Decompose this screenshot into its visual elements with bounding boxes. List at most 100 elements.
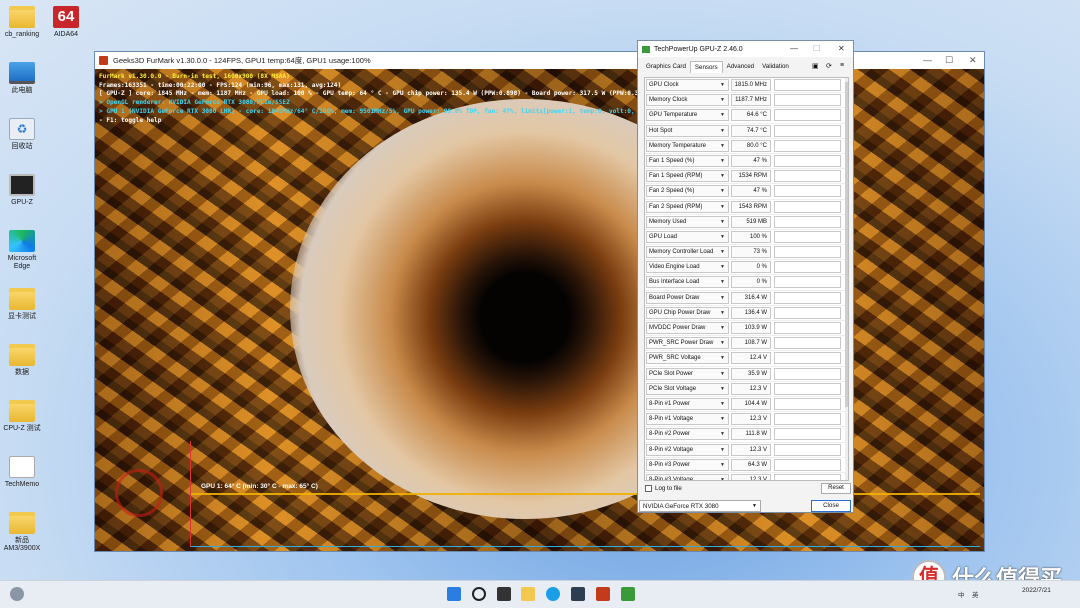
gpuz-maximize-icon[interactable]: ☐ [813,44,820,53]
gpuz-titlebar[interactable]: TechPowerUp GPU-Z 2.46.0 [638,41,853,57]
sensor-name[interactable]: Video Engine Load [646,261,729,274]
sensor-name[interactable]: MVDDC Power Draw [646,322,729,334]
chevron-down-icon[interactable]: ▼ [720,462,725,468]
chevron-down-icon[interactable]: ▼ [720,325,725,331]
sensor-name[interactable]: Memory Used [646,215,729,228]
sensor-name[interactable]: Fan 2 Speed (RPM) [646,200,729,213]
sensor-name[interactable]: 8-Pin #2 Voltage [646,443,729,456]
sensor-list[interactable]: GPU Clock ▼ 1815.0 MHz Memory Clock ▼ 1187.7 … [644,77,849,481]
desktop-icon[interactable]: 64 AIDA64 [46,6,86,39]
tab-sensors[interactable]: Sensors [689,61,723,73]
chevron-down-icon[interactable]: ▼ [720,173,725,179]
chevron-down-icon[interactable]: ▼ [720,340,725,346]
search-icon[interactable] [472,587,486,601]
sensor-name[interactable]: PCIe Slot Power [646,367,729,380]
sensor-name[interactable]: GPU Clock [646,79,729,91]
chevron-down-icon[interactable]: ▼ [720,371,725,377]
sensor-name[interactable]: 8-Pin #1 Voltage [646,413,729,426]
chevron-down-icon[interactable]: ▼ [720,219,725,225]
log-to-file-checkbox[interactable] [645,485,652,492]
edge-icon[interactable] [546,587,560,601]
sensor-scrollbar-thumb[interactable] [845,82,848,407]
desktop-icon[interactable]: 显卡测试 [2,288,42,321]
file-explorer-icon[interactable] [521,587,535,601]
refresh-icon[interactable]: ⟳ [826,62,832,70]
chevron-down-icon[interactable]: ▼ [720,447,725,453]
chevron-down-icon[interactable]: ▼ [720,204,725,210]
close-icon[interactable]: ✕ [969,55,977,66]
chevron-down-icon[interactable]: ▼ [720,249,725,255]
sensor-name[interactable]: GPU Temperature [646,109,729,122]
chevron-down-icon[interactable]: ▼ [720,82,725,88]
sensor-name[interactable]: Fan 2 Speed (%) [646,185,729,198]
chevron-down-icon[interactable]: ▼ [720,188,725,194]
chevron-down-icon[interactable]: ▼ [720,128,725,134]
chevron-down-icon[interactable]: ▼ [720,310,725,316]
gpuz-close-icon[interactable]: ✕ [838,44,845,53]
sensor-name[interactable]: PCIe Slot Voltage [646,382,729,395]
weather-widget-icon[interactable] [10,587,24,601]
desktop-icon[interactable]: 数据 [2,344,42,377]
desktop-icon[interactable]: GPU-Z [2,174,42,207]
task-view-icon[interactable] [497,587,511,601]
sensor-name[interactable]: PWR_SRC Power Draw [646,337,729,350]
chevron-down-icon[interactable]: ▼ [720,431,725,437]
tray-language[interactable]: 中 [958,589,965,599]
sensor-name[interactable]: Memory Controller Load [646,246,729,259]
sensor-name[interactable]: 8-Pin #1 Power [646,397,729,410]
menu-icon[interactable]: ≡ [840,62,844,69]
sensor-name[interactable]: Fan 1 Speed (RPM) [646,170,729,183]
chevron-down-icon[interactable]: ▼ [720,264,725,270]
desktop-icon[interactable]: Microsoft Edge [2,230,42,271]
tray-ime[interactable]: 英 [972,589,979,599]
sensor-name[interactable]: Fan 1 Speed (%) [646,154,729,167]
gpuz-minimize-icon[interactable]: — [790,44,798,53]
sensor-name[interactable]: GPU Chip Power Draw [646,306,729,319]
sensor-name[interactable]: Memory Temperature [646,139,729,152]
chevron-down-icon[interactable]: ▼ [720,158,725,164]
chevron-down-icon[interactable]: ▼ [720,295,725,301]
chevron-down-icon[interactable]: ▼ [720,143,725,149]
camera-icon[interactable]: ▣ [812,62,819,70]
tab-validation[interactable]: Validation [758,61,793,73]
sensor-name[interactable]: PWR_SRC Voltage [646,352,729,365]
tab-graphics-card[interactable]: Graphics Card [642,61,690,73]
gpuz-window[interactable]: TechPowerUp GPU-Z 2.46.0 — ☐ ✕ Graphics … [637,40,854,513]
sensor-name[interactable]: GPU Load [646,230,729,243]
desktop-icon[interactable]: 此电脑 [2,62,42,95]
chevron-down-icon[interactable]: ▼ [720,416,725,422]
chevron-down-icon[interactable]: ▼ [720,386,725,392]
desktop-icon[interactable]: TechMemo [2,456,42,489]
sensor-name[interactable]: Board Power Draw [646,291,729,304]
gpuz-taskbar-icon[interactable] [621,587,635,601]
chevron-down-icon[interactable]: ▼ [720,97,725,103]
chevron-down-icon[interactable]: ▼ [720,234,725,240]
tab-advanced[interactable]: Advanced [723,61,759,73]
reset-button[interactable]: Reset [821,483,851,494]
log-to-file[interactable]: Log to file [645,485,682,492]
chevron-down-icon[interactable]: ▼ [720,477,725,480]
desktop-icon[interactable]: CPU-Z 测试 [2,400,42,433]
desktop-icon[interactable]: 新品 AM3/3900X [2,512,42,553]
start-icon[interactable] [447,587,461,601]
sensor-name[interactable]: 8-Pin #2 Power [646,428,729,441]
sensor-name[interactable]: 8-Pin #3 Voltage [646,473,729,480]
minimize-icon[interactable]: — [923,55,932,65]
close-button[interactable]: Close [811,500,851,512]
maximize-icon[interactable]: ☐ [945,55,953,66]
sensor-name[interactable]: Hot Spot [646,124,729,137]
sensor-name[interactable]: 8-Pin #3 Power [646,458,729,471]
desktop-icon[interactable]: ♻ 回收站 [2,118,42,151]
desktop-icon[interactable]: cb_ranking [2,6,42,39]
chevron-down-icon[interactable]: ▼ [720,355,725,361]
chevron-down-icon[interactable]: ▼ [720,401,725,407]
gpu-select-dropdown[interactable]: NVIDIA GeForce RTX 3080 ▼ [639,500,761,512]
store-icon[interactable] [571,587,585,601]
chevron-down-icon[interactable]: ▼ [720,112,725,118]
tray-clock[interactable]: 2022/7/21 [1022,586,1051,595]
sensor-name[interactable]: Memory Clock [646,94,729,107]
sensor-name[interactable]: Bus Interface Load [646,276,729,289]
chevron-down-icon[interactable]: ▼ [720,279,725,285]
furmark-taskbar-icon[interactable] [596,587,610,601]
sensor-scrollbar[interactable] [845,78,848,480]
